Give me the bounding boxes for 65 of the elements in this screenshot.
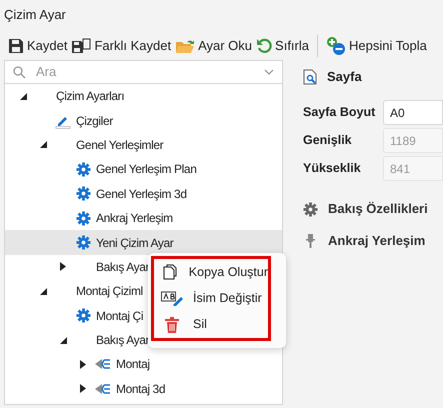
save-icon: [8, 38, 24, 54]
tree-item-label: Montaj: [116, 356, 150, 374]
tree-item[interactable]: Çizim Ayarları: [5, 84, 282, 108]
gear-icon: [303, 202, 318, 216]
tree-item[interactable]: Yeni Çizim Ayar: [5, 230, 282, 255]
tree-item[interactable]: Ankraj Yerleşim: [5, 206, 282, 230]
collapse-caret-icon[interactable]: [20, 92, 26, 100]
search-icon: [13, 66, 26, 78]
tree-item[interactable]: Genel Yerleşim 3d: [5, 182, 282, 206]
search-field[interactable]: Ara: [36, 62, 264, 82]
gear-icon: [76, 162, 90, 177]
anchor-bolt-icon: [303, 234, 318, 248]
text-field[interactable]: A0: [383, 100, 443, 125]
gear-icon: [76, 210, 90, 226]
collapse-caret-icon[interactable]: [40, 288, 46, 295]
tree-item-label: Bakış Ayar: [96, 258, 150, 276]
dropdown-chevron-icon[interactable]: [264, 69, 274, 75]
tree-item-label: Ankraj Yerleşim: [96, 210, 173, 228]
expand-caret-icon[interactable]: [60, 262, 66, 272]
tree-item-label: Montaj 3d: [116, 380, 166, 398]
tree-item-label: Bakış Ayar: [96, 332, 150, 350]
tree-item[interactable]: Genel Yerleşim Plan: [5, 157, 282, 182]
window-title: Çizim Ayar: [3, 6, 67, 24]
tree-item[interactable]: Çizgiler: [5, 108, 282, 133]
tree-item-label: Çizgiler: [76, 112, 113, 130]
tree-item[interactable]: Montaj: [5, 352, 282, 377]
toolbar-button[interactable]: Farklı Kaydet: [71, 36, 172, 56]
folder-icon: [175, 38, 196, 54]
group-title: Bakış Özellikleri: [328, 200, 428, 218]
group-title: Ankraj Yerleşim: [328, 232, 426, 250]
menu-item[interactable]: İsim Değiştir: [154, 285, 268, 312]
trash-icon: [165, 316, 179, 333]
rename-icon: [161, 290, 183, 306]
tree-item-label: Genel Yerleşim 3d: [96, 186, 187, 203]
toolbar-button[interactable]: Hepsini Topla: [326, 36, 427, 56]
field-label: Sayfa Boyut: [303, 104, 376, 122]
tree-item[interactable]: Genel Yerleşimler: [5, 132, 282, 158]
tree-item-label: Montaj Çi: [96, 308, 144, 325]
view-icon: [94, 357, 112, 372]
expand-caret-icon[interactable]: [80, 384, 86, 394]
copy-icon: [162, 264, 177, 280]
gear-icon: [76, 308, 90, 324]
toolbar-button[interactable]: Ayar Oku: [175, 36, 252, 56]
tree-item[interactable]: Montaj 3d: [5, 376, 282, 402]
toolbar-button[interactable]: Sıfırla: [256, 36, 309, 56]
tree-item-label: Yeni Çizim Ayar: [96, 234, 174, 252]
collapse-caret-icon[interactable]: [40, 141, 46, 148]
reset-icon: [256, 38, 272, 54]
view-icon: [94, 382, 112, 396]
page-settings-icon: [303, 69, 317, 85]
section-title: Sayfa: [327, 68, 362, 86]
save-as-icon: [71, 38, 92, 54]
tree-item-label: Montaj Çiziml: [76, 283, 143, 300]
expand-caret-icon[interactable]: [80, 360, 86, 369]
field-label: Genişlik: [303, 132, 353, 150]
tree-item-label: Genel Yerleşimler: [76, 136, 164, 154]
tree-item-label: Genel Yerleşim Plan: [96, 161, 196, 178]
plus-minus-icon: [326, 36, 346, 56]
gear-icon: [76, 186, 90, 202]
gear-icon: [76, 235, 90, 250]
tree-item-label: Çizim Ayarları: [56, 88, 124, 106]
field-label: Yükseklik: [303, 160, 362, 178]
collapse-caret-icon[interactable]: [60, 336, 66, 344]
menu-item[interactable]: Kopya Oluştur: [154, 259, 268, 286]
toolbar-button[interactable]: Kaydet: [8, 36, 68, 56]
